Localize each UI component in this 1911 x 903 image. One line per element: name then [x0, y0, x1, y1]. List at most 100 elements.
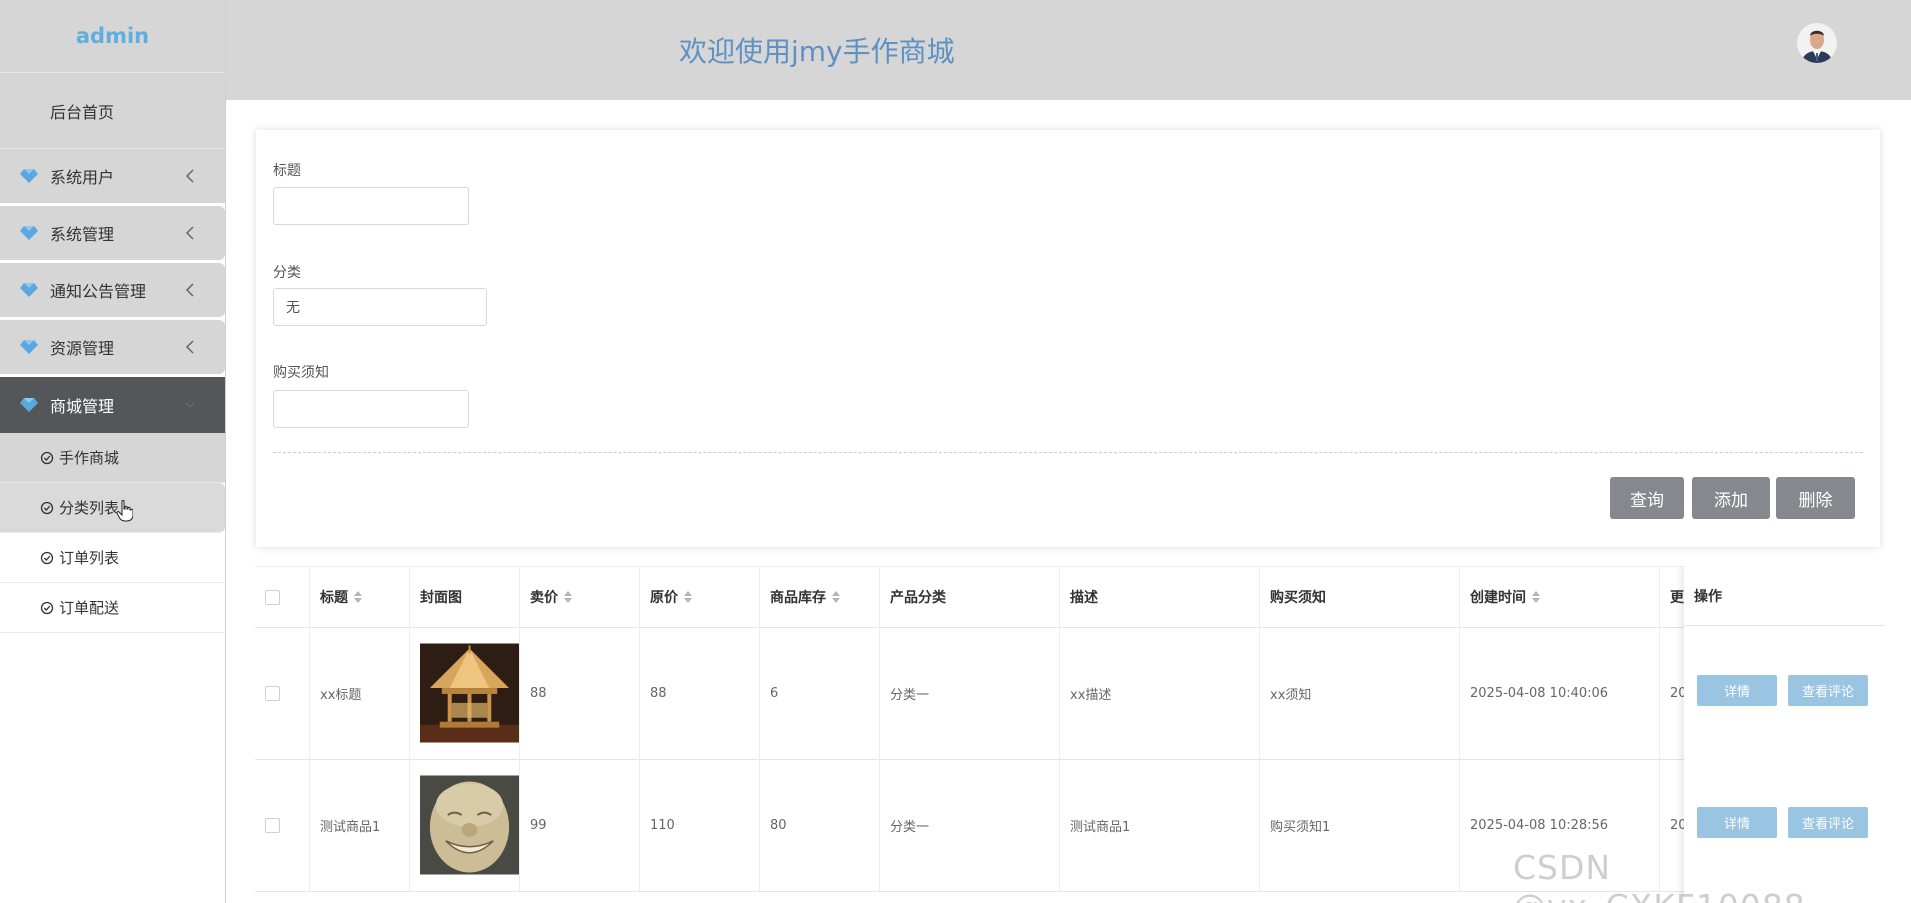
sidebar-item-label: 手作商城	[59, 449, 120, 467]
header-text: 原价	[650, 590, 678, 606]
header-text: 创建时间	[1470, 590, 1526, 606]
cell-title: xx标题	[310, 627, 410, 759]
row-select-cell	[255, 627, 310, 759]
welcome-title: 欢迎使用jmy手作商城	[679, 35, 955, 68]
pagoda-image	[420, 643, 519, 743]
row-checkbox[interactable]	[265, 817, 280, 833]
detail-button[interactable]: 详情	[1697, 675, 1777, 706]
sidebar-item-system-users[interactable]: 系统用户	[0, 149, 225, 203]
cell-purchase-notice: 购买须知1	[1260, 759, 1460, 891]
column-header-operations: 操作	[1684, 566, 1885, 626]
select-all-checkbox[interactable]	[265, 589, 280, 605]
chevron-left-icon	[185, 169, 194, 183]
header-text: 描述	[1070, 590, 1098, 606]
sidebar-item-label: 订单列表	[59, 549, 120, 567]
user-avatar-icon	[1797, 23, 1837, 63]
cell-title: 测试商品1	[310, 759, 410, 891]
cell-price: 99	[520, 759, 640, 891]
column-header-category: 产品分类	[880, 567, 1060, 627]
sidebar-item-notice-management[interactable]: 通知公告管理	[0, 263, 225, 317]
column-header-original-price[interactable]: 原价	[640, 567, 760, 627]
title-label: 标题	[273, 163, 301, 179]
column-header-price[interactable]: 卖价	[520, 567, 640, 627]
column-header-cover: 封面图	[410, 567, 520, 627]
sidebar-item-handmade-mall[interactable]: 手作商城	[0, 433, 225, 483]
sidebar-item-label: 订单配送	[59, 599, 120, 617]
sidebar-item-mall-management[interactable]: 商城管理	[0, 377, 225, 433]
cell-category: 分类一	[880, 627, 1060, 759]
header-text: 产品分类	[890, 590, 946, 606]
sidebar-item-label: 资源管理	[50, 339, 115, 358]
sidebar-item-order-delivery[interactable]: 订单配送	[0, 583, 225, 633]
diamond-icon	[20, 398, 38, 412]
submenu-mall: 手作商城 分类列表 订单列表 订单配送	[0, 433, 225, 633]
check-circle-icon	[40, 451, 54, 464]
table-header: 标题 封面图 卖价 原价 商品库存 产品分类 描述 购买须知 创建时间 更	[255, 566, 1885, 628]
top-header: 欢迎使用jmy手作商城	[226, 0, 1911, 100]
category-select[interactable]: 无	[273, 288, 487, 326]
header-text: 卖价	[530, 590, 558, 606]
diamond-icon	[20, 169, 38, 183]
cell-cover	[410, 759, 520, 891]
diamond-icon	[20, 283, 38, 297]
chevron-left-icon	[185, 283, 194, 297]
sidebar-item-label: 系统用户	[50, 168, 115, 187]
check-circle-icon	[40, 551, 54, 564]
sidebar-item-resource-management[interactable]: 资源管理	[0, 320, 225, 374]
cell-description: 测试商品1	[1060, 759, 1260, 891]
avatar[interactable]	[1797, 23, 1837, 63]
detail-button[interactable]: 详情	[1697, 807, 1777, 838]
chevron-down-icon	[185, 402, 195, 408]
column-header-created-time[interactable]: 创建时间	[1460, 567, 1660, 627]
divider	[273, 452, 1863, 453]
view-comments-button[interactable]: 查看评论	[1788, 675, 1868, 706]
header-select-all	[255, 567, 310, 627]
column-header-title[interactable]: 标题	[310, 567, 410, 627]
sidebar-item-label: 通知公告管理	[50, 282, 147, 301]
watermark: CSDN @vx_CXKF10088	[1513, 848, 1805, 903]
query-button[interactable]: 查询	[1610, 477, 1684, 519]
header-text: 商品库存	[770, 590, 826, 606]
chevron-left-icon	[185, 340, 194, 354]
column-header-description: 描述	[1060, 567, 1260, 627]
check-circle-icon	[40, 601, 54, 614]
cell-cover	[410, 627, 520, 759]
cell-original-price: 88	[640, 627, 760, 759]
column-header-stock[interactable]: 商品库存	[760, 567, 880, 627]
main-content: 标题 分类 无 购买须知 查询 添加 删除 标题 封面图 卖价 原价 商品库存 …	[236, 110, 1904, 903]
purchase-notice-label: 购买须知	[273, 365, 329, 381]
cell-original-price: 110	[640, 759, 760, 891]
sort-icon	[684, 591, 692, 603]
sidebar-item-order-list[interactable]: 订单列表	[0, 533, 225, 583]
search-panel: 标题 分类 无 购买须知 查询 添加 删除	[256, 130, 1880, 547]
sort-icon	[354, 591, 362, 603]
row-checkbox[interactable]	[265, 685, 280, 701]
cell-stock: 80	[760, 759, 880, 891]
purchase-notice-input[interactable]	[273, 390, 469, 428]
brand-logo: admin	[0, 0, 225, 73]
sort-icon	[564, 591, 572, 603]
sidebar-item-label: 分类列表	[59, 499, 120, 517]
category-label: 分类	[273, 265, 301, 281]
title-input[interactable]	[273, 187, 469, 225]
add-button[interactable]: 添加	[1692, 477, 1770, 519]
view-comments-button[interactable]: 查看评论	[1788, 807, 1868, 838]
cell-stock: 6	[760, 627, 880, 759]
row-select-cell	[255, 759, 310, 891]
hand-cursor-icon	[117, 499, 134, 521]
sidebar-item-home[interactable]: 后台首页	[0, 73, 225, 149]
delete-button[interactable]: 删除	[1776, 477, 1855, 519]
sidebar-item-category-list[interactable]: 分类列表	[0, 483, 225, 533]
sidebar-item-system-management[interactable]: 系统管理	[0, 206, 225, 260]
cell-price: 88	[520, 627, 640, 759]
header-text: 更	[1670, 590, 1684, 606]
sidebar: admin 后台首页 系统用户 系统管理 通知公告管理 资源管理 商城管理 手作…	[0, 0, 226, 903]
check-circle-icon	[40, 501, 54, 514]
chevron-left-icon	[185, 226, 194, 240]
sidebar-item-label: 系统管理	[50, 225, 115, 244]
cell-created-time: 2025-04-08 10:40:06	[1460, 627, 1660, 759]
sort-icon	[832, 591, 840, 603]
diamond-icon	[20, 226, 38, 240]
carved-face-image	[420, 775, 519, 875]
diamond-icon	[20, 340, 38, 354]
